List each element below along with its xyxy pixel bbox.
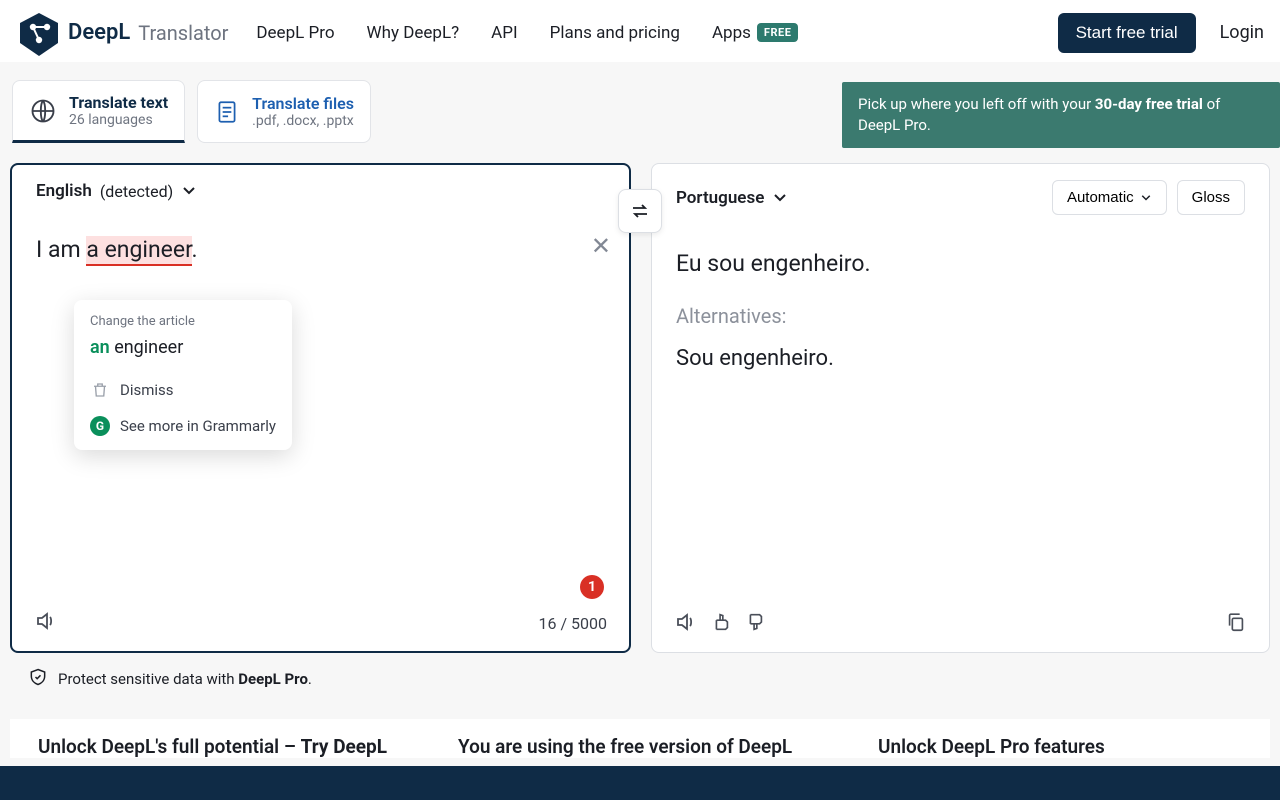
protect-pre: Protect sensitive data with bbox=[58, 670, 238, 688]
speaker-icon[interactable] bbox=[674, 610, 698, 638]
nav-why[interactable]: Why DeepL? bbox=[367, 23, 460, 43]
nav-apps[interactable]: Apps FREE bbox=[712, 23, 798, 43]
tab-files-sub: .pdf, .docx, .pptx bbox=[252, 113, 354, 129]
footer-strip bbox=[0, 766, 1280, 800]
grammarly-sugg-an: an bbox=[90, 337, 110, 358]
protect-post: . bbox=[308, 670, 312, 688]
brand-name: DeepL bbox=[68, 20, 130, 45]
protect-data-row[interactable]: Protect sensitive data with DeepL Pro. bbox=[0, 653, 1280, 691]
copy-icon[interactable] bbox=[1225, 611, 1247, 637]
grammarly-more-label: See more in Grammarly bbox=[120, 417, 276, 435]
chevron-down-icon[interactable] bbox=[772, 190, 788, 206]
bc1-bold: Try DeepL bbox=[301, 735, 387, 758]
source-footer: 16 / 5000 bbox=[12, 599, 629, 651]
start-trial-button[interactable]: Start free trial bbox=[1058, 13, 1196, 53]
target-text-area[interactable]: Eu sou engenheiro. Alternatives: Sou eng… bbox=[652, 228, 1269, 600]
src-text-error[interactable]: a engineer bbox=[86, 236, 191, 266]
tab-translate-files[interactable]: Translate files .pdf, .docx, .pptx bbox=[197, 80, 371, 143]
bottom-card-3: Unlock DeepL Pro features bbox=[850, 719, 1270, 758]
deepl-logo-icon bbox=[16, 10, 62, 56]
source-lang-name: English bbox=[36, 181, 92, 201]
grammarly-popup: Change the article an engineer Dismiss G… bbox=[74, 300, 292, 450]
speaker-icon[interactable] bbox=[34, 609, 58, 637]
grammarly-dismiss-label: Dismiss bbox=[120, 381, 174, 399]
top-nav: DeepL Pro Why DeepL? API Plans and prici… bbox=[256, 23, 798, 43]
grammar-error-count-badge[interactable]: 1 bbox=[580, 575, 604, 599]
bc1-pre: Unlock DeepL's full potential – bbox=[38, 735, 301, 758]
glossary-button[interactable]: Gloss bbox=[1177, 180, 1245, 215]
grammarly-sugg-rest: engineer bbox=[110, 337, 184, 358]
protect-bold: DeepL Pro bbox=[238, 670, 308, 688]
banner-bold: 30-day free trial bbox=[1095, 95, 1203, 113]
free-badge: FREE bbox=[757, 23, 798, 42]
nav-pro[interactable]: DeepL Pro bbox=[256, 23, 334, 43]
grammarly-dismiss[interactable]: Dismiss bbox=[90, 372, 276, 408]
grammarly-title: Change the article bbox=[90, 314, 276, 329]
source-lang-selector[interactable]: English (detected) bbox=[12, 165, 629, 214]
tab-text-sub: 26 languages bbox=[69, 112, 168, 128]
target-text: Eu sou engenheiro. bbox=[676, 248, 1245, 280]
logo[interactable]: DeepL Translator bbox=[16, 10, 228, 56]
formality-label: Automatic bbox=[1067, 189, 1134, 206]
target-lang-header: Portuguese Automatic Gloss bbox=[652, 164, 1269, 228]
target-pane: Portuguese Automatic Gloss Eu sou engenh… bbox=[651, 163, 1270, 653]
bottom-cards: Unlock DeepL's full potential – Try Deep… bbox=[0, 691, 1280, 758]
chevron-down-icon bbox=[181, 183, 197, 199]
alternative-1[interactable]: Sou engenheiro. bbox=[676, 344, 1245, 375]
alternatives-label: Alternatives: bbox=[676, 302, 1245, 330]
header: DeepL Translator DeepL Pro Why DeepL? AP… bbox=[0, 0, 1280, 62]
clear-source-icon[interactable]: ✕ bbox=[591, 230, 611, 264]
banner-pre: Pick up where you left off with your bbox=[858, 95, 1095, 113]
document-icon bbox=[214, 99, 240, 125]
grammarly-logo-icon: G bbox=[90, 416, 110, 436]
trash-icon bbox=[90, 380, 110, 400]
target-footer bbox=[652, 600, 1269, 652]
thumbs-down-icon[interactable] bbox=[744, 611, 766, 637]
target-lang-name[interactable]: Portuguese bbox=[676, 188, 764, 208]
source-detected-label: (detected) bbox=[100, 182, 173, 201]
char-count: 16 / 5000 bbox=[539, 614, 608, 633]
grammarly-see-more[interactable]: G See more in Grammarly bbox=[90, 408, 276, 436]
bottom-card-1: Unlock DeepL's full potential – Try Deep… bbox=[10, 719, 430, 758]
formality-selector[interactable]: Automatic bbox=[1052, 180, 1167, 215]
login-link[interactable]: Login bbox=[1220, 22, 1264, 43]
header-right: Start free trial Login bbox=[1058, 13, 1264, 53]
chevron-down-icon bbox=[1140, 192, 1152, 204]
bottom-card-2: You are using the free version of DeepL bbox=[430, 719, 850, 758]
globe-icon bbox=[29, 97, 57, 125]
tab-text-title: Translate text bbox=[69, 93, 168, 112]
shield-icon bbox=[28, 667, 48, 691]
grammarly-suggestion[interactable]: an engineer bbox=[90, 337, 276, 358]
nav-plans[interactable]: Plans and pricing bbox=[550, 23, 680, 43]
thumbs-up-icon[interactable] bbox=[710, 611, 732, 637]
nav-api[interactable]: API bbox=[491, 23, 517, 43]
trial-banner[interactable]: Pick up where you left off with your 30-… bbox=[842, 82, 1280, 148]
brand-sub: Translator bbox=[138, 21, 228, 45]
tab-translate-text[interactable]: Translate text 26 languages bbox=[12, 80, 185, 143]
swap-languages-button[interactable] bbox=[618, 189, 662, 233]
src-text-pre: I am bbox=[36, 236, 86, 263]
tab-files-title: Translate files bbox=[252, 94, 354, 113]
src-text-post: . bbox=[192, 236, 198, 263]
nav-apps-label: Apps bbox=[712, 23, 751, 43]
